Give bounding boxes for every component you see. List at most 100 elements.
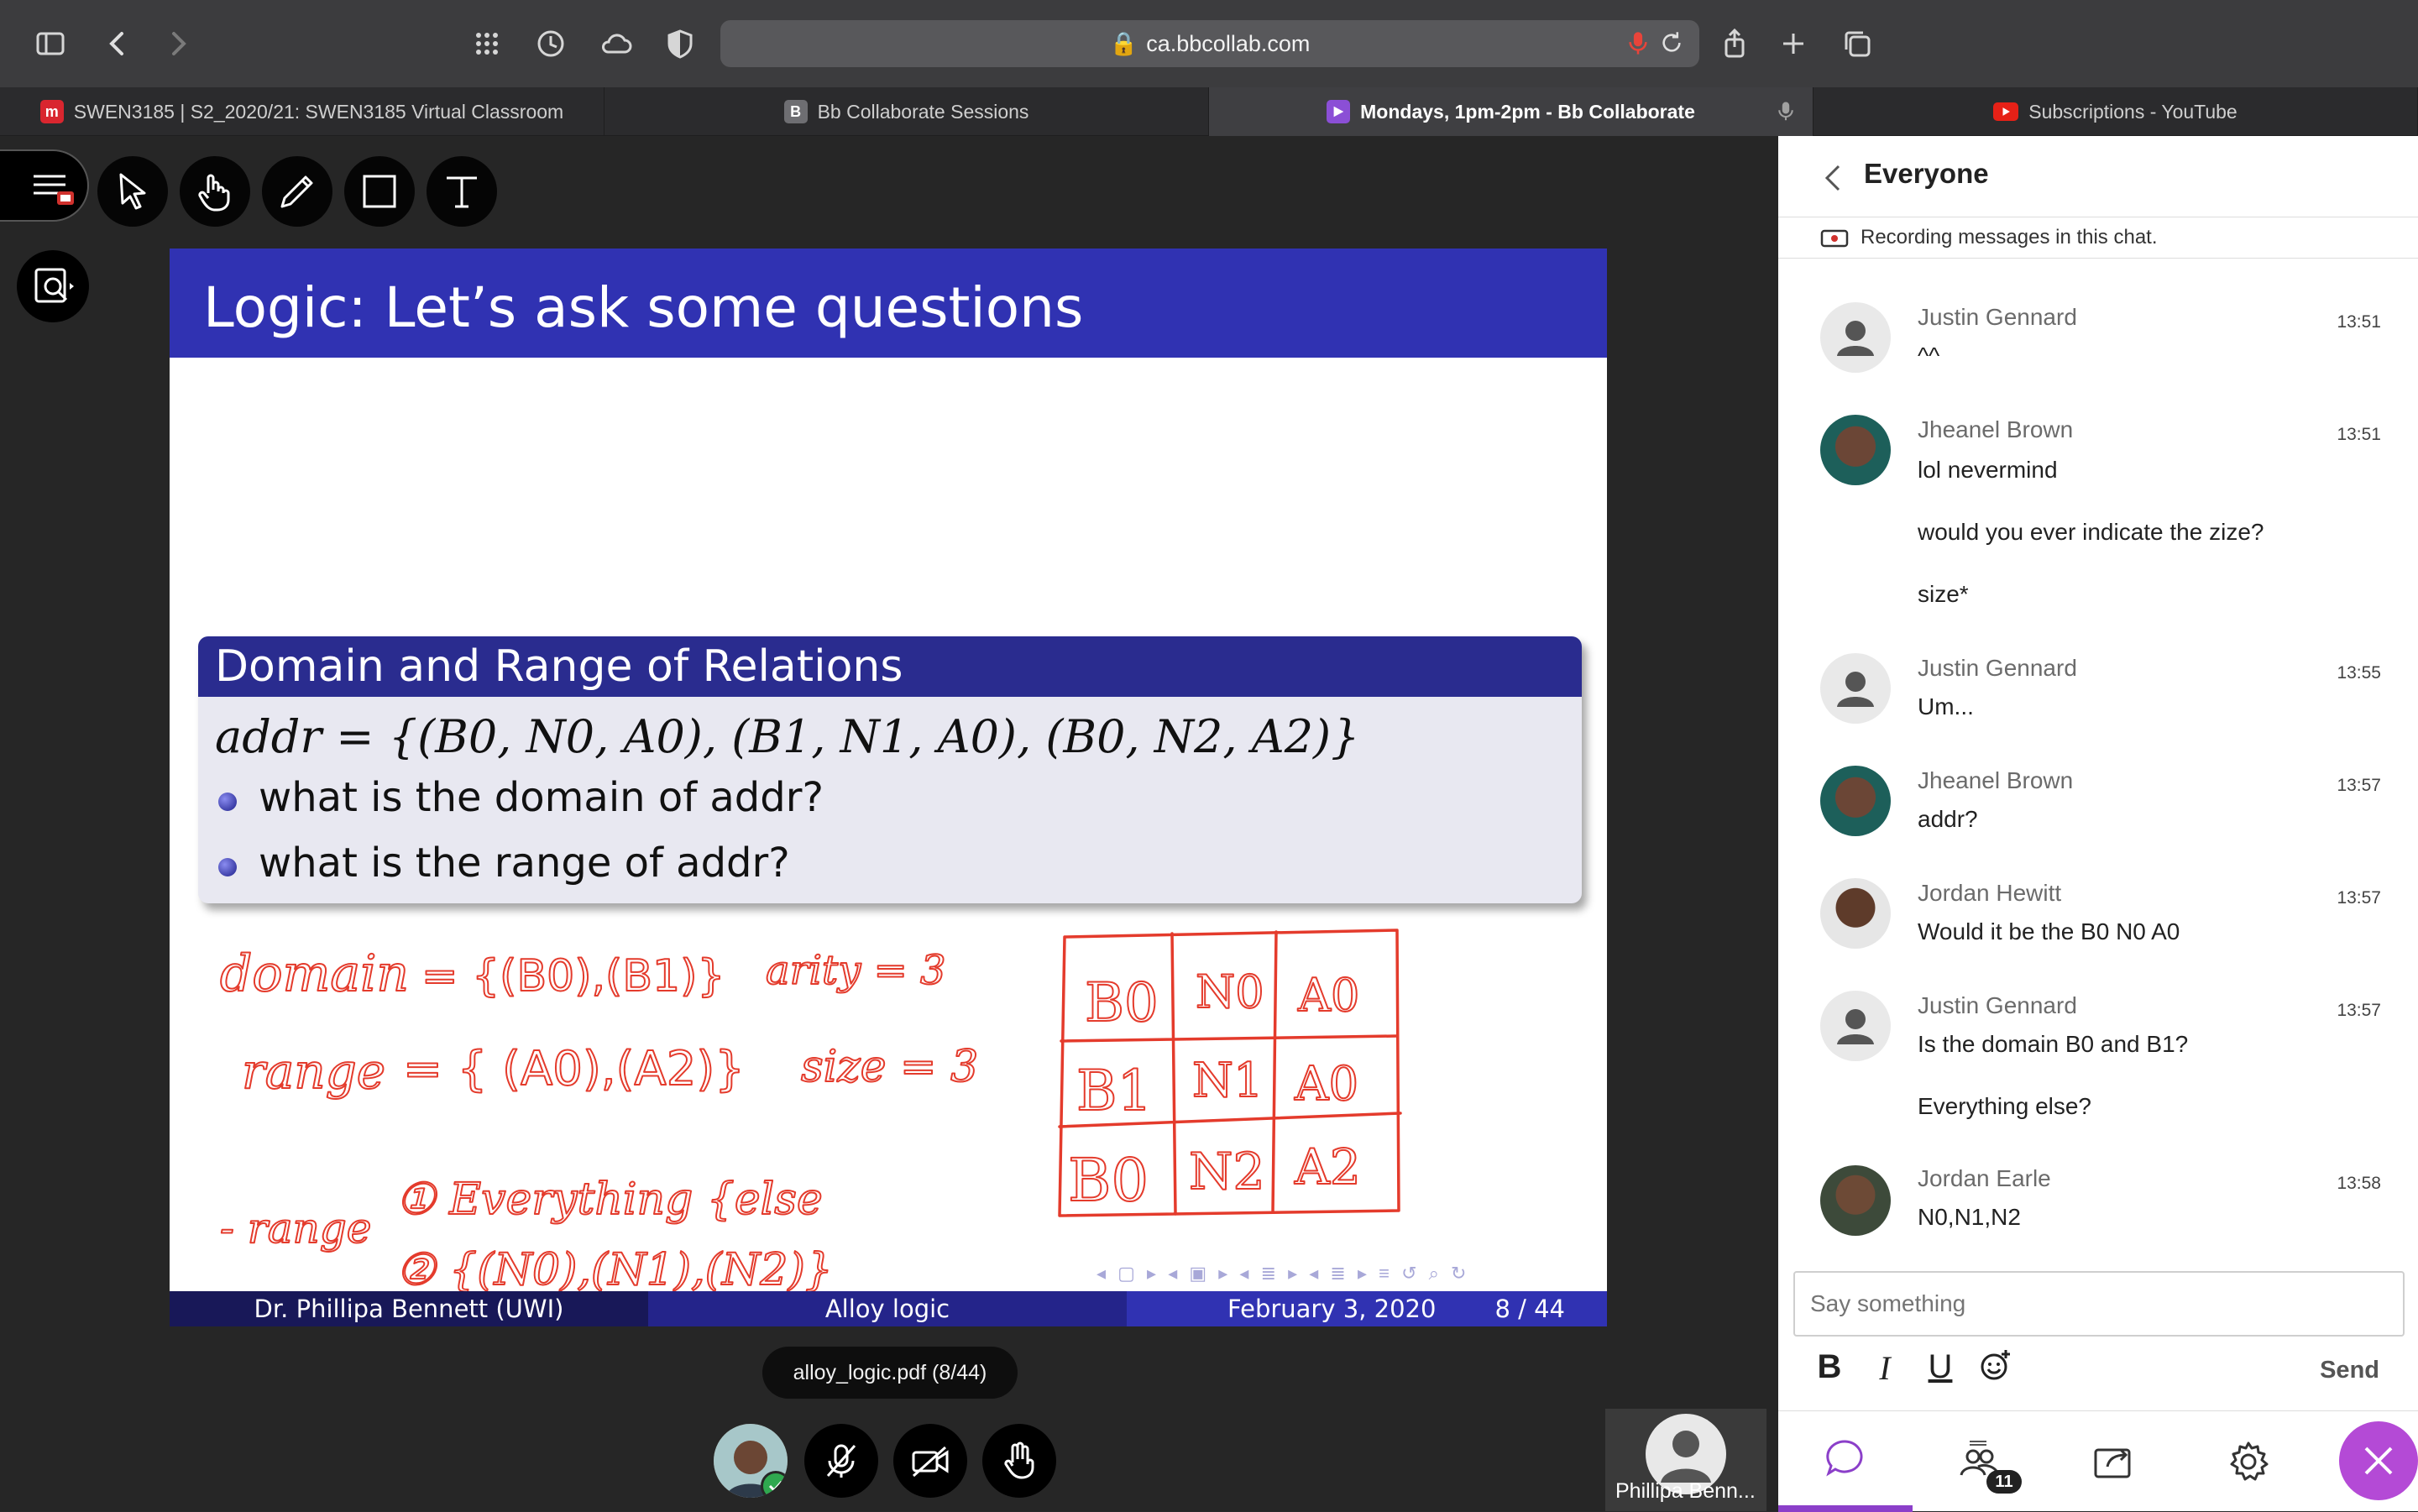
- message-text: lol nevermind: [1918, 457, 2058, 483]
- back-icon[interactable]: [96, 22, 139, 65]
- underline-button[interactable]: U: [1919, 1348, 1961, 1386]
- tab-label: Mondays, 1pm-2pm - Bb Collaborate: [1360, 100, 1695, 123]
- close-panel-button[interactable]: [2339, 1421, 2418, 1500]
- svg-text:N0: N0: [1196, 965, 1264, 1018]
- message-text: N0,N1,N2: [1918, 1204, 2021, 1230]
- pointer-icon: [119, 173, 146, 210]
- svg-text:= {(B0),(B1)}: = {(B0),(B1)}: [421, 951, 725, 1002]
- message-text: would you ever indicate the zize?: [1918, 519, 2264, 545]
- content-search-button[interactable]: [17, 250, 89, 322]
- select-tool-button[interactable]: [97, 156, 168, 227]
- message-text: Um...: [1918, 693, 1974, 719]
- send-button[interactable]: Send: [2320, 1357, 2379, 1384]
- pen-tool-button[interactable]: [262, 156, 332, 227]
- avatar: [1820, 1165, 1891, 1236]
- person-icon: [1837, 672, 1874, 707]
- footer-date-page: February 3, 2020 8 / 44: [1127, 1291, 1607, 1326]
- chevron-left-icon[interactable]: [1819, 161, 1847, 199]
- presenter-video-tile[interactable]: Phillipa Benn...: [1605, 1409, 1766, 1511]
- beamer-navigation-symbols[interactable]: ◂ ▢ ▸ ◂ ▣ ▸ ◂ ≣ ▸ ◂ ≣ ▸ ≡ ↺ ⌕ ↻: [1096, 1263, 1470, 1284]
- svg-text:A0: A0: [1297, 969, 1359, 1022]
- message-author: Jordan Hewitt: [1918, 880, 2062, 906]
- forward-icon[interactable]: [156, 22, 200, 65]
- sidebar-toggle-icon[interactable]: [29, 22, 72, 65]
- privacy-shield-icon[interactable]: [658, 22, 702, 65]
- gear-icon: [2230, 1441, 2269, 1481]
- chat-header: Everyone: [1778, 136, 2418, 217]
- history-icon[interactable]: [529, 22, 573, 65]
- message-text: Would it be the B0 N0 A0: [1918, 918, 2180, 944]
- emoji-button[interactable]: [1975, 1348, 2017, 1390]
- svg-text:B0: B0: [1068, 1146, 1149, 1215]
- tab-attendees[interactable]: 11: [1913, 1411, 2047, 1512]
- avatar: [1820, 302, 1891, 373]
- collaborate-icon: [1327, 100, 1351, 123]
- svg-text:A0: A0: [1294, 1057, 1358, 1112]
- person-icon: [1837, 1009, 1874, 1044]
- tab-virtual-classroom[interactable]: m SWEN3185 | S2_2020/21: SWEN3185 Virtua…: [0, 87, 604, 136]
- bold-button[interactable]: B: [1808, 1348, 1850, 1386]
- message-time: 13:57: [2337, 888, 2381, 908]
- handwritten-annotations: domain = {(B0),(B1)} arity = 3 range = {…: [219, 929, 1402, 1296]
- message-time: 13:55: [2337, 663, 2381, 683]
- svg-text:- range: - range: [220, 1204, 371, 1253]
- panel-tabs: 11: [1778, 1410, 2418, 1512]
- message-time: 13:51: [2337, 312, 2381, 332]
- message-author: Jordan Earle: [1918, 1165, 2051, 1191]
- share-icon[interactable]: [1713, 22, 1756, 65]
- tab-label: Bb Collaborate Sessions: [817, 100, 1029, 123]
- tab-microphone-icon: [1774, 99, 1798, 128]
- presenter-name: Phillipa Benn...: [1615, 1479, 1756, 1503]
- browser-toolbar: 🔒 ca.bbcollab.com: [0, 0, 2418, 87]
- new-tab-icon[interactable]: [1772, 22, 1815, 65]
- text-tool-button[interactable]: [427, 156, 497, 227]
- youtube-icon: [1993, 102, 2019, 121]
- lock-icon: 🔒: [1109, 31, 1138, 56]
- emoji-icon: [1981, 1350, 2010, 1380]
- shape-tool-button[interactable]: [344, 156, 415, 227]
- svg-text:domain: domain: [220, 944, 409, 1003]
- session-menu-button[interactable]: [0, 149, 89, 222]
- microphone-toggle-button[interactable]: [804, 1424, 878, 1498]
- chat-message-input[interactable]: [1793, 1271, 2405, 1337]
- message-text: size*: [1918, 581, 1969, 607]
- raise-hand-button[interactable]: [982, 1424, 1056, 1498]
- tab-label: SWEN3185 | S2_2020/21: SWEN3185 Virtual …: [73, 100, 564, 123]
- footer-date: February 3, 2020: [1227, 1295, 1437, 1323]
- svg-text:B0: B0: [1085, 972, 1159, 1034]
- svg-text:N2: N2: [1189, 1143, 1265, 1201]
- avatar: [1820, 878, 1891, 949]
- grid-icon[interactable]: [465, 22, 509, 65]
- microphone-recording-icon: [1624, 29, 1652, 61]
- tab-youtube[interactable]: Subscriptions - YouTube: [1814, 87, 2418, 136]
- svg-text:= { (A0),(A2)}: = { (A0),(A2)}: [403, 1042, 745, 1096]
- message-author: Justin Gennard: [1918, 655, 2077, 681]
- camera-off-icon: [912, 1446, 949, 1478]
- address-bar[interactable]: 🔒 ca.bbcollab.com: [720, 20, 1699, 67]
- svg-text:range: range: [242, 1043, 385, 1100]
- status-check-icon: [761, 1471, 788, 1498]
- italic-button[interactable]: I: [1864, 1348, 1906, 1388]
- chat-input-field[interactable]: [1795, 1273, 2403, 1335]
- tab-settings[interactable]: [2181, 1411, 2316, 1512]
- tab-label: Subscriptions - YouTube: [2028, 100, 2237, 123]
- tab-chat[interactable]: [1778, 1411, 1913, 1512]
- tab-collaborate-sessions[interactable]: B Bb Collaborate Sessions: [604, 87, 1209, 136]
- message-author: Jheanel Brown: [1918, 767, 2074, 793]
- message-text: addr?: [1918, 806, 1978, 832]
- message-author: Justin Gennard: [1918, 992, 2077, 1018]
- tab-overview-icon[interactable]: [1835, 22, 1879, 65]
- message-text: ^^: [1918, 343, 1940, 369]
- recording-icon: [1820, 228, 1849, 254]
- reload-icon[interactable]: [1657, 29, 1686, 61]
- my-avatar[interactable]: [714, 1424, 788, 1498]
- pan-tool-button[interactable]: [180, 156, 250, 227]
- tab-share-content[interactable]: [2047, 1411, 2181, 1512]
- tab-bar: m SWEN3185 | S2_2020/21: SWEN3185 Virtua…: [0, 87, 2418, 136]
- camera-toggle-button[interactable]: [893, 1424, 967, 1498]
- svg-text:① Everything {else: ① Everything {else: [396, 1175, 823, 1225]
- tab-collaborate-active[interactable]: Mondays, 1pm-2pm - Bb Collaborate: [1209, 87, 1814, 136]
- svg-text:A2: A2: [1294, 1138, 1361, 1195]
- icloud-icon[interactable]: [594, 22, 638, 65]
- close-icon: [2364, 1447, 2393, 1475]
